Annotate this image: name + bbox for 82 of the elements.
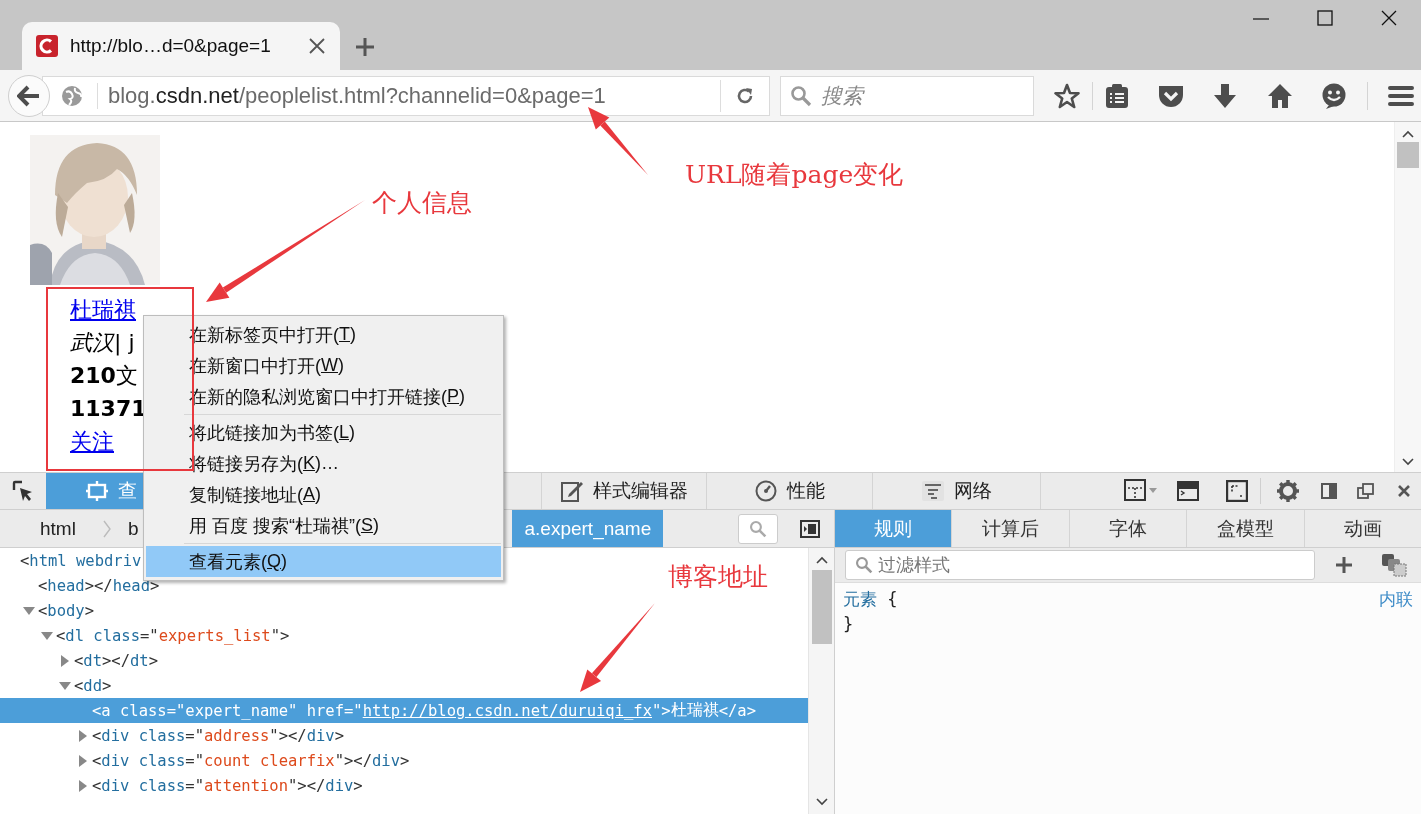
expanded-triangle-icon[interactable] [59,681,71,690]
annotation-label: 博客地址 [668,561,768,593]
scroll-down-icon[interactable] [1402,458,1414,466]
sidebar-toggle-icon[interactable] [800,519,820,538]
globe-icon [61,84,83,107]
chevron-icon [101,519,112,538]
collapsed-triangle-icon[interactable] [79,729,87,742]
location-text: 武汉| j [70,329,135,358]
markup-line[interactable]: <dl class="experts_list"> [0,623,808,648]
expanded-triangle-icon[interactable] [23,606,35,615]
scroll-up-icon[interactable] [1402,130,1414,138]
class-toggle-icon[interactable] [1381,553,1407,577]
rule-selector: 元素 [843,590,877,609]
smiley-icon[interactable] [1321,82,1347,109]
scrollbar-thumb[interactable] [811,570,832,644]
reload-icon[interactable] [735,85,755,106]
annotation-label: URL随着page变化 [685,159,904,191]
rule-source-link[interactable]: 内联 [1379,587,1413,612]
console-icon[interactable] [1176,480,1200,502]
search-field[interactable]: 搜索 [780,75,1034,116]
scrollbar-thumb[interactable] [1397,142,1419,168]
article-count-text: 210文 [70,362,138,390]
performance-icon [754,480,777,502]
scroll-up-icon[interactable] [815,556,828,564]
back-button[interactable] [8,74,50,117]
star-icon[interactable] [1054,82,1080,109]
close-icon[interactable] [308,37,326,55]
scroll-down-icon[interactable] [815,798,828,806]
markup-line[interactable]: <div class="count clearfix"></div> [0,748,808,773]
markup-line[interactable]: <div class="attention"></div> [0,773,808,798]
back-arrow-icon [17,84,41,107]
close-icon[interactable] [1397,484,1411,498]
menu-item[interactable]: 查看元素(Q) [146,546,501,577]
visit-count-text: 11371 [70,395,147,423]
search-icon [749,519,767,538]
sidebar-tab[interactable]: 动画 [1303,510,1421,547]
sidebar-tab[interactable]: 盒模型 [1186,510,1304,547]
site-logo-icon [36,35,58,57]
expanded-triangle-icon[interactable] [41,631,53,640]
follow-link[interactable]: 关注 [70,425,114,458]
markup-line[interactable]: <body> [0,598,808,623]
style-editor-icon [560,480,583,502]
devtools-tab[interactable]: 性能 [707,473,873,509]
clipboard-list-icon[interactable] [1105,82,1129,109]
sidebar-tab[interactable]: 字体 [1068,510,1187,547]
download-icon[interactable] [1213,82,1237,109]
close-icon[interactable] [1381,10,1397,26]
address-field[interactable]: blog.csdn.net/peoplelist.html?channelid=0&page=1 [42,75,770,116]
markup-line[interactable]: <dt></dt> [0,648,808,673]
url-text: blog.csdn.net/peoplelist.html?channelid=0&page=1 [97,82,720,109]
devtools-tab[interactable]: 网络 [873,473,1041,509]
menu-icon[interactable] [1388,84,1414,107]
collapsed-triangle-icon[interactable] [61,654,69,667]
add-icon[interactable] [1335,556,1353,574]
settings-icon[interactable] [1277,480,1299,502]
open-brace: { [887,589,898,609]
annotation-label: 个人信息 [372,187,472,219]
undock-icon[interactable] [1357,482,1375,500]
markup-line[interactable]: <div class="address"></div> [0,723,808,748]
maximize-icon[interactable] [1317,10,1333,26]
new-tab-icon[interactable] [354,36,376,58]
search-icon [855,556,873,574]
tab-title: http://blo…d=0&page=1 [70,35,272,57]
screenshot-frame-icon[interactable] [1226,480,1248,502]
network-icon [921,480,944,502]
frame-select-icon[interactable] [1124,479,1158,503]
profile-name-link[interactable]: 杜瑞祺 [70,293,136,326]
inspector-icon [86,480,108,502]
collapsed-triangle-icon[interactable] [79,754,87,767]
collapsed-triangle-icon[interactable] [79,779,87,792]
breadcrumb-item[interactable]: html [0,510,88,547]
search-icon [790,84,812,107]
menu-item[interactable]: 用 百度 搜索“杜瑞祺”(S) [146,510,501,541]
close-brace: } [843,613,854,636]
markup-line[interactable]: <dd> [0,673,808,698]
filter-field[interactable]: 过滤样式 [845,550,1315,580]
home-icon[interactable] [1267,82,1293,109]
sidebar-tab[interactable]: 计算后 [951,510,1069,547]
element-picker-icon[interactable] [12,480,34,502]
browser-tab[interactable]: http://blo…d=0&page=1 [22,22,340,70]
dock-side-icon[interactable] [1321,483,1337,499]
devtools-tab[interactable]: 样式编辑器 [542,473,707,509]
